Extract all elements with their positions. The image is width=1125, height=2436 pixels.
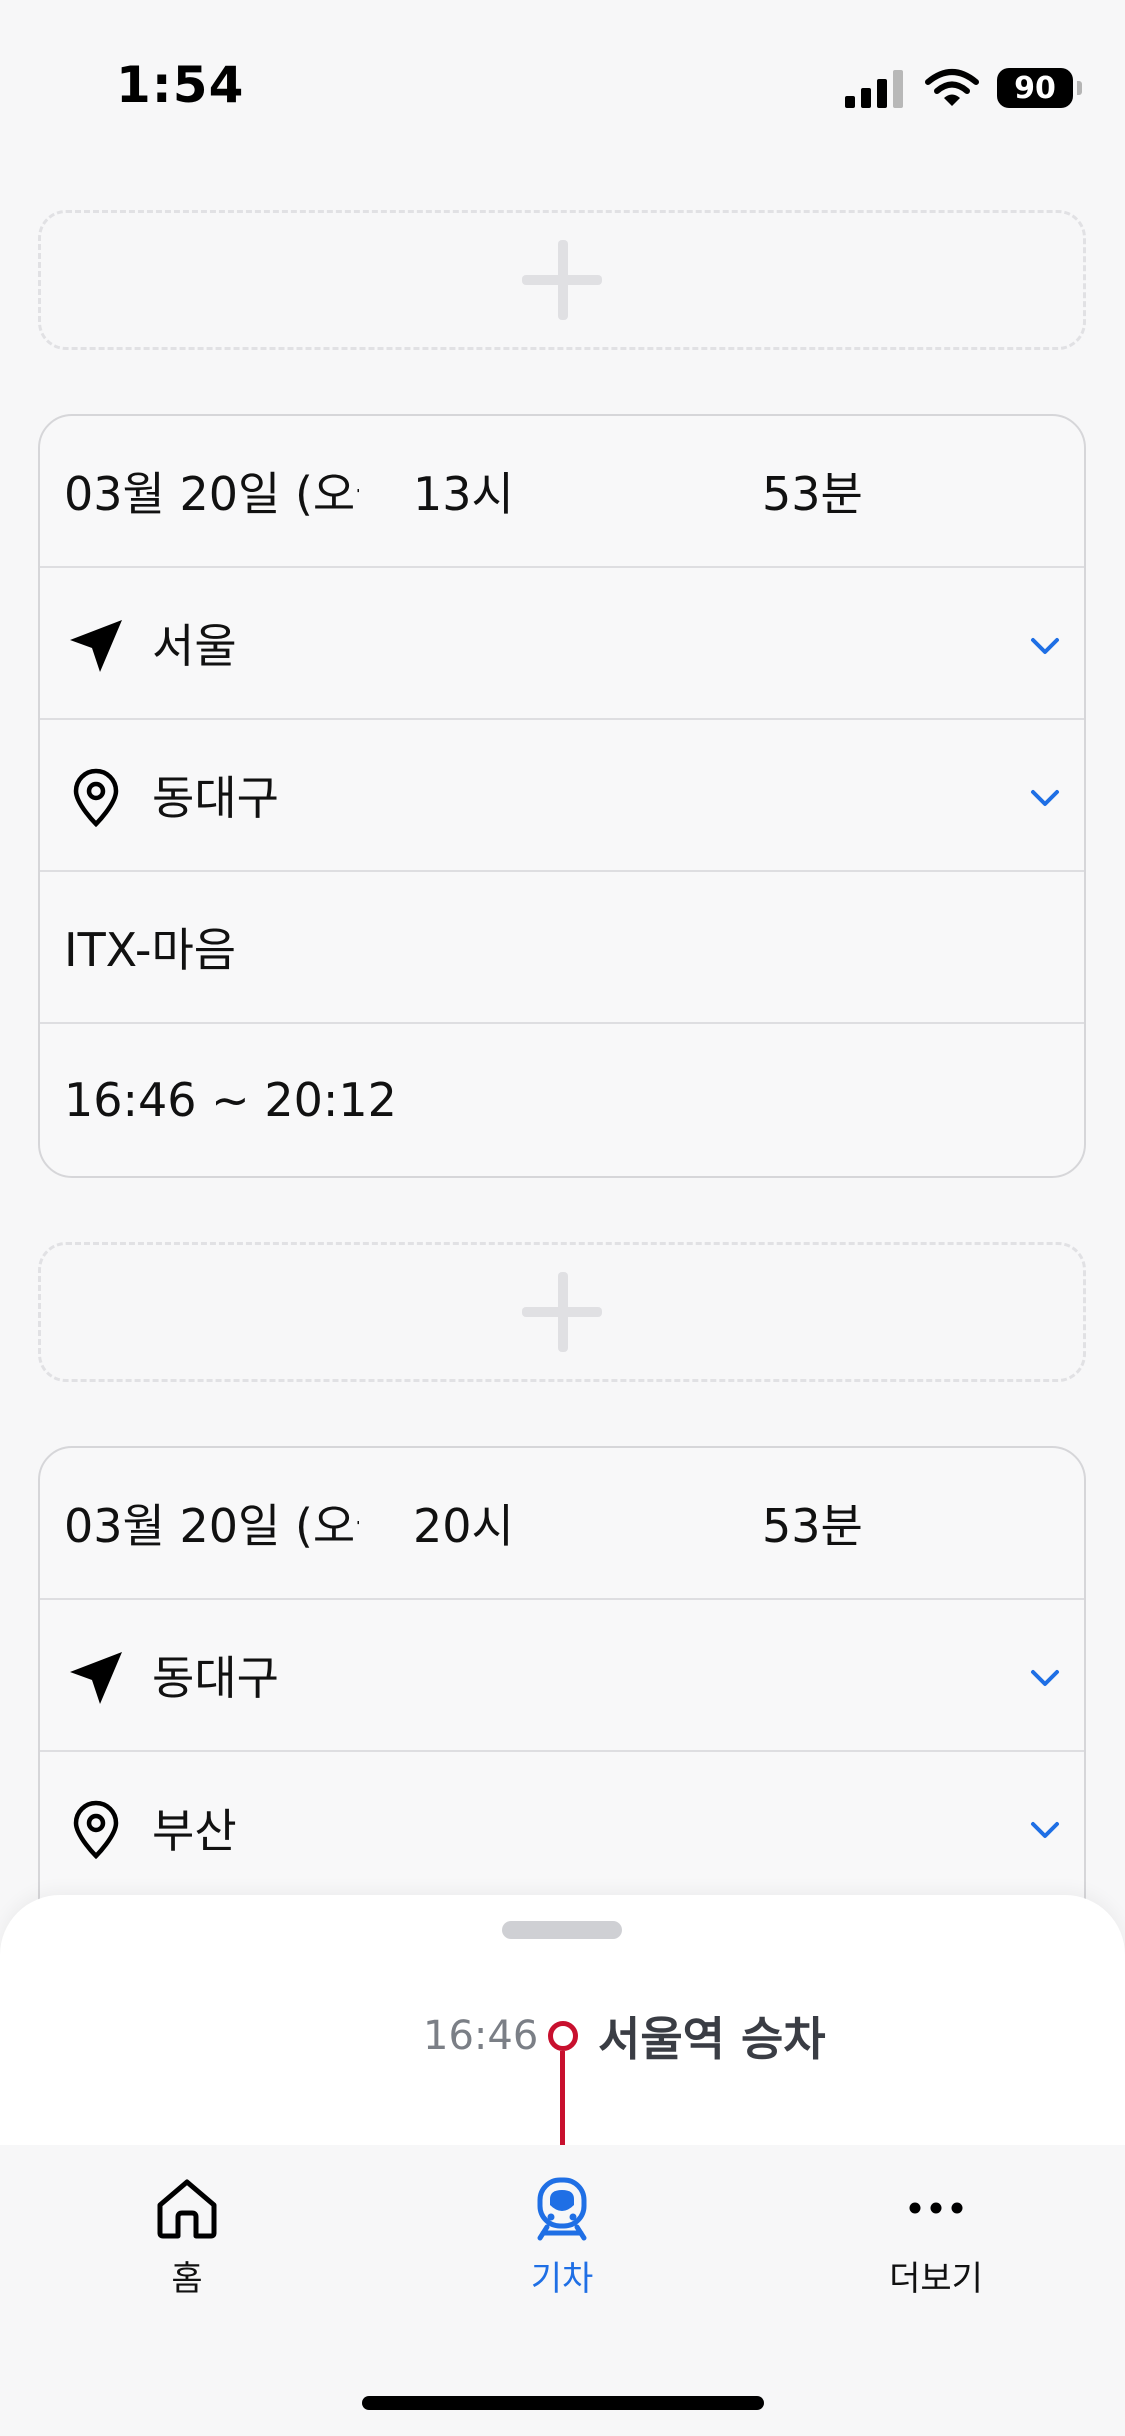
boarding-time: 16:46: [423, 2013, 539, 2059]
add-trip-button[interactable]: [38, 210, 1086, 350]
chevron-down-icon: [1031, 638, 1059, 654]
arrival-station: 부산: [152, 1804, 237, 1858]
trip-card: 03월 20일 (오늘 13시 53분 서울 동대구 ITX-마음 16:46 …: [38, 414, 1086, 1178]
schedule-time: 16:46 ~ 20:12: [64, 1073, 397, 1127]
sheet-drag-handle[interactable]: [502, 1921, 622, 1939]
status-time: 1:54: [116, 56, 245, 114]
arrival-station: 동대구: [152, 771, 279, 825]
home-indicator: [362, 2396, 764, 2410]
navigation-arrow-icon: [70, 1652, 122, 1704]
hour-picker[interactable]: 13시: [413, 458, 514, 524]
tab-more[interactable]: 더보기: [806, 2175, 1066, 2305]
date-time-row[interactable]: 03월 20일 (오늘 13시 53분: [40, 416, 1084, 568]
date-picker[interactable]: 03월 20일 (오늘: [64, 458, 359, 524]
chevron-down-icon: [1031, 1822, 1059, 1838]
status-bar: 1:54 90: [0, 0, 1125, 140]
date-picker[interactable]: 03월 20일 (오늘: [64, 1490, 359, 1556]
plus-icon: [522, 240, 602, 320]
hour-picker[interactable]: 20시: [413, 1490, 514, 1556]
train-type-row[interactable]: ITX-마음: [40, 872, 1084, 1024]
minute-picker[interactable]: 53분: [762, 458, 863, 524]
schedule-row[interactable]: 16:46 ~ 20:12: [40, 1024, 1084, 1176]
tab-train[interactable]: 기차: [432, 2175, 692, 2305]
plus-icon: [522, 1272, 602, 1352]
route-line: [560, 2051, 565, 2151]
departure-station-select[interactable]: 동대구: [40, 1600, 1084, 1752]
cellular-signal-icon: [845, 70, 903, 108]
location-pin-icon: [73, 1800, 119, 1860]
navigation-arrow-icon: [70, 620, 122, 672]
tab-label: 더보기: [889, 2259, 983, 2299]
chevron-down-icon: [1031, 790, 1059, 806]
route-stop-marker: [548, 2021, 578, 2051]
chevron-down-icon: [1031, 1670, 1059, 1686]
departure-station: 서울: [152, 619, 237, 673]
arrival-station-select[interactable]: 부산: [40, 1752, 1084, 1904]
status-indicators: 90: [845, 64, 1082, 112]
train-icon: [537, 2177, 587, 2241]
battery-indicator: 90: [997, 68, 1082, 108]
more-icon: [909, 2202, 963, 2214]
add-trip-button[interactable]: [38, 1242, 1086, 1382]
arrival-station-select[interactable]: 동대구: [40, 720, 1084, 872]
tab-label: 홈: [171, 2259, 203, 2299]
departure-station: 동대구: [152, 1651, 279, 1705]
wifi-icon: [925, 69, 979, 106]
tab-label: 기차: [530, 2259, 594, 2299]
minute-picker[interactable]: 53분: [762, 1490, 863, 1556]
date-time-row[interactable]: 03월 20일 (오늘 20시 53분: [40, 1448, 1084, 1600]
route-bottom-sheet[interactable]: 16:46 서울역 승차: [0, 1895, 1125, 2151]
tab-home[interactable]: 홈: [57, 2175, 317, 2305]
tab-bar: 홈 기차 더보기: [0, 2145, 1125, 2436]
departure-station-select[interactable]: 서울: [40, 568, 1084, 720]
home-icon: [157, 2179, 217, 2239]
trip-card: 03월 20일 (오늘 20시 53분 동대구 부산: [38, 1446, 1086, 1966]
train-type: ITX-마음: [64, 923, 237, 977]
battery-level: 90: [1014, 70, 1056, 106]
boarding-station: 서울역 승차: [598, 2012, 826, 2066]
location-pin-icon: [73, 768, 119, 828]
